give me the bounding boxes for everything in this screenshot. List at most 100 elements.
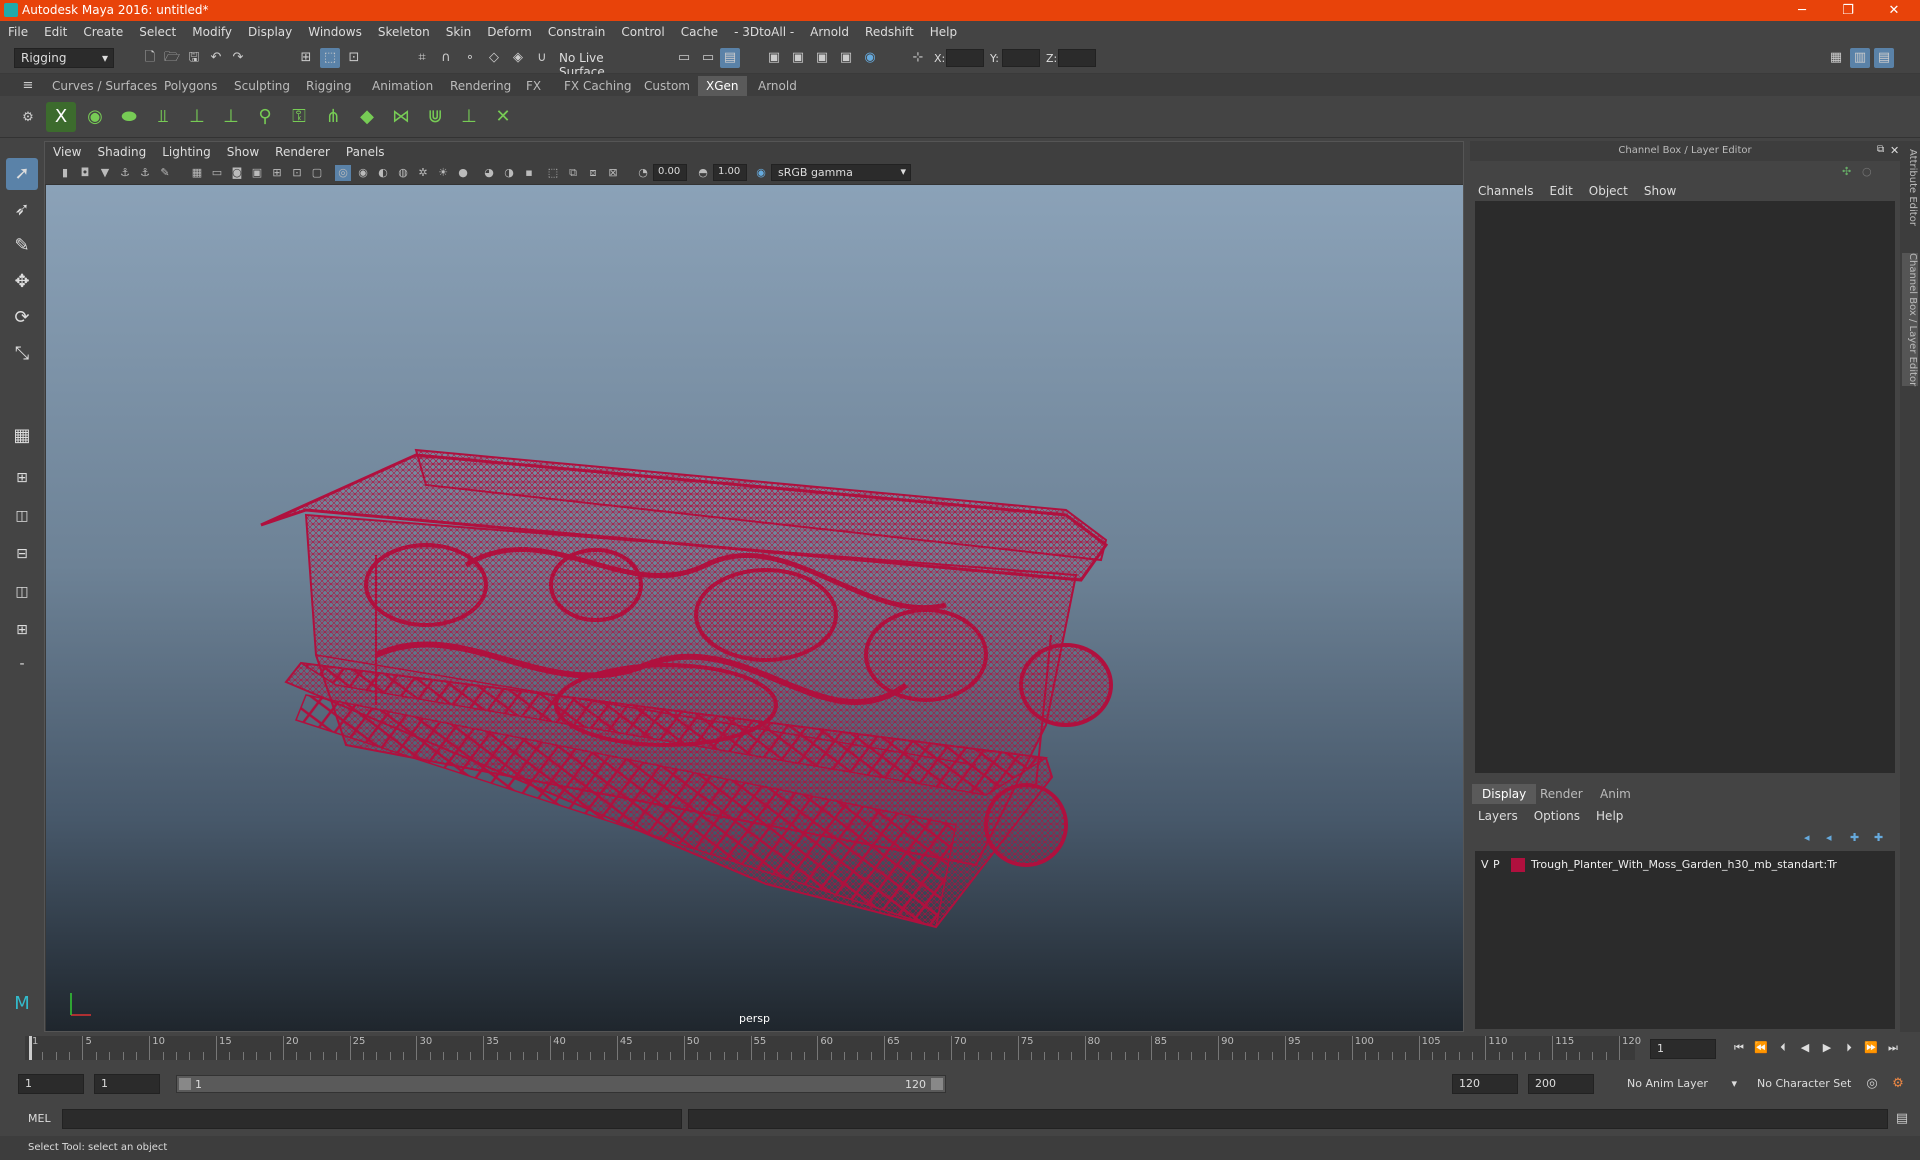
playback-start-field[interactable]: 1 — [94, 1074, 160, 1094]
cb-menu-show[interactable]: Show — [1636, 181, 1684, 201]
script-editor-icon[interactable]: ▤ — [1892, 1109, 1912, 1129]
wireframe-icon[interactable]: ◎ — [335, 165, 351, 181]
toolbox-more-icon[interactable]: - — [6, 648, 38, 680]
render-view-icon[interactable]: ▣ — [764, 48, 784, 68]
le-menu-layers[interactable]: Layers — [1470, 806, 1526, 826]
command-language-label[interactable]: MEL — [28, 1112, 51, 1125]
step-forward-frame-icon[interactable]: ⏩ — [1862, 1040, 1880, 1056]
scale-tool-icon[interactable]: ⤡ — [6, 338, 38, 370]
tab-display[interactable]: Display — [1472, 784, 1537, 804]
xgen-window-icon[interactable]: X — [46, 102, 76, 132]
transform-type-icon[interactable]: ⊹ — [908, 48, 928, 68]
snap-plane-icon[interactable]: ◇ — [484, 48, 504, 68]
menu-edit[interactable]: Edit — [36, 21, 75, 44]
resolution-gate-icon[interactable]: ◙ — [229, 165, 245, 181]
tab-rendering[interactable]: Rendering — [442, 76, 519, 96]
exposure-field[interactable]: 0.00 — [653, 164, 687, 181]
xgen-lock-guide-icon[interactable]: ⚿ — [284, 102, 314, 132]
menu-select[interactable]: Select — [131, 21, 184, 44]
menu-display[interactable]: Display — [240, 21, 300, 44]
tab-sculpting[interactable]: Sculpting — [226, 76, 298, 96]
attribute-editor-toggle-icon[interactable]: ▥ — [1850, 48, 1870, 68]
select-hierarchy-icon[interactable]: ⊞ — [296, 48, 316, 68]
persp-graph-layout-icon[interactable]: ⊟ — [6, 538, 38, 570]
render-current-icon[interactable]: ▣ — [788, 48, 808, 68]
y-field[interactable] — [1002, 49, 1040, 67]
vp-menu-lighting[interactable]: Lighting — [154, 142, 219, 162]
channel-box-area[interactable] — [1475, 201, 1895, 773]
snap-point-icon[interactable]: ∘ — [460, 48, 480, 68]
close-button[interactable]: ✕ — [1872, 0, 1916, 21]
construction-history-icon[interactable]: ▤ — [720, 48, 740, 68]
snap-curve-icon[interactable]: ∩ — [436, 48, 456, 68]
gate-mask-icon[interactable]: ▣ — [249, 165, 265, 181]
undo-icon[interactable]: ↶ — [206, 48, 226, 68]
anim-layer-dropdown[interactable]: No Anim Layer ▾ — [1620, 1074, 1740, 1094]
ipr-render-icon[interactable]: ▣ — [812, 48, 832, 68]
select-object-icon[interactable]: ⬚ — [320, 48, 340, 68]
range-bar[interactable]: 1 120 — [176, 1075, 946, 1093]
play-backwards-icon[interactable]: ◀ — [1796, 1040, 1814, 1056]
depth-of-field-icon[interactable]: ▪ — [521, 165, 537, 181]
menu-deform[interactable]: Deform — [479, 21, 540, 44]
animation-start-field[interactable]: 1 — [18, 1074, 84, 1094]
hypershade-icon[interactable]: ◉ — [860, 48, 880, 68]
move-layer-up-icon[interactable]: ◂ — [1804, 831, 1810, 844]
layer-visibility-toggle[interactable]: V — [1481, 855, 1489, 875]
grease-pencil-icon[interactable]: ✎ — [157, 165, 173, 181]
vp-menu-show[interactable]: Show — [219, 142, 267, 162]
bookmark-icon[interactable]: ▼ — [97, 165, 113, 181]
ambient-occlusion-icon[interactable]: ● — [455, 165, 471, 181]
modeling-toolkit-icon[interactable]: ▦ — [1826, 48, 1846, 68]
tab-arnold[interactable]: Arnold — [750, 76, 805, 96]
step-forward-key-icon[interactable]: ⏵ — [1840, 1040, 1858, 1056]
textured-icon[interactable]: ◍ — [395, 165, 411, 181]
float-panel-icon[interactable]: ⧉ — [1877, 144, 1884, 155]
persp-hypershade-layout-icon[interactable]: ◫ — [6, 576, 38, 608]
playback-end-field[interactable]: 120 — [1452, 1074, 1518, 1094]
tab-animation[interactable]: Animation — [364, 76, 441, 96]
menu-redshift[interactable]: Redshift — [857, 21, 922, 44]
isolate-select-icon[interactable]: ⬚ — [545, 165, 561, 181]
tab-render[interactable]: Render — [1530, 784, 1593, 804]
single-perspective-layout-icon[interactable]: ▦ — [6, 420, 38, 452]
range-end-handle[interactable] — [931, 1078, 943, 1090]
two-d-pan-icon[interactable]: ⚓ — [137, 165, 153, 181]
z-field[interactable] — [1058, 49, 1096, 67]
vp-menu-view[interactable]: View — [45, 142, 89, 162]
current-frame-field[interactable]: 1 — [1650, 1039, 1716, 1059]
exposure-icon[interactable]: ◔ — [635, 165, 651, 181]
gamma-icon[interactable]: ◓ — [695, 165, 711, 181]
snap-grid-icon[interactable]: ⌗ — [412, 48, 432, 68]
time-ruler[interactable]: 1 5 10 15 20 25 30 35 40 45 50 55 60 65 70 75 80 85 90 95 10… — [25, 1036, 1641, 1060]
xgen-preview-icon[interactable]: ◉ — [80, 102, 110, 132]
field-chart-icon[interactable]: ⊞ — [269, 165, 285, 181]
menu-cache[interactable]: Cache — [673, 21, 726, 44]
shadows-icon[interactable]: ☀ — [435, 165, 451, 181]
maximize-button[interactable]: ❐ — [1826, 0, 1870, 21]
menu-set-dropdown[interactable]: Rigging ▾ — [14, 48, 114, 68]
tab-custom[interactable]: Custom — [636, 76, 698, 96]
vp-menu-shading[interactable]: Shading — [89, 142, 154, 162]
move-tool-icon[interactable]: ✥ — [6, 266, 38, 298]
xgen-layer-icon[interactable]: ◆ — [352, 102, 382, 132]
render-settings-icon[interactable]: ▣ — [836, 48, 856, 68]
menu-constrain[interactable]: Constrain — [540, 21, 614, 44]
select-camera-icon[interactable]: ▮ — [57, 165, 73, 181]
use-all-lights-icon[interactable]: ✲ — [415, 165, 431, 181]
xray-joints-icon[interactable]: ⊠ — [605, 165, 621, 181]
xray-active-icon[interactable]: ⧈ — [585, 165, 601, 181]
cb-menu-edit[interactable]: Edit — [1542, 181, 1581, 201]
menu-create[interactable]: Create — [75, 21, 131, 44]
menu-3dtoall[interactable]: - 3DtoAll - — [726, 21, 802, 44]
tab-polygons[interactable]: Polygons — [156, 76, 225, 96]
xgen-cut-guides-icon[interactable]: ⋓ — [420, 102, 450, 132]
new-layer-selected-icon[interactable]: ✚ — [1874, 831, 1883, 844]
channel-box-side-tab[interactable]: Channel Box / Layer Editor — [1902, 253, 1918, 387]
xgen-toggle-guide-icon[interactable]: ⚲ — [250, 102, 280, 132]
tab-rigging[interactable]: Rigging — [298, 76, 359, 96]
animation-preferences-icon[interactable]: ⚙ — [1888, 1074, 1908, 1094]
four-view-layout-icon[interactable]: ⊞ — [6, 462, 38, 494]
menu-skin[interactable]: Skin — [438, 21, 480, 44]
character-set-dropdown[interactable]: No Character Set — [1750, 1074, 1870, 1094]
